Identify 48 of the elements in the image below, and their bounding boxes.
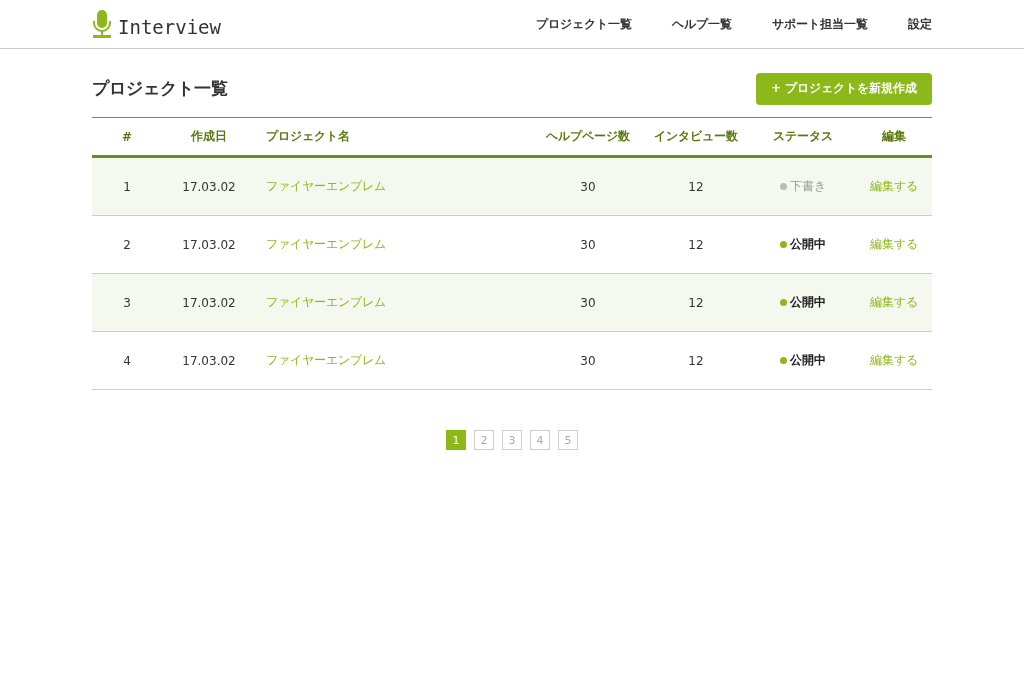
edit-link[interactable]: 編集する — [869, 295, 918, 309]
page-title: プロジェクト一覧 — [92, 77, 228, 100]
create-project-button[interactable]: + プロジェクトを新規作成 — [756, 72, 932, 105]
status-label: 下書き — [790, 178, 826, 195]
project-link[interactable]: ファイヤーエンブレム — [266, 179, 386, 193]
nav-link[interactable]: サポート担当一覧 — [772, 15, 868, 33]
nav-link[interactable]: ヘルプ一覧 — [672, 15, 732, 33]
column-header: ヘルプページ数 — [545, 128, 631, 145]
column-header: 編集 — [880, 128, 907, 145]
page-button[interactable]: 2 — [474, 430, 494, 450]
table-cell-text: 17.03.02 — [181, 237, 237, 252]
table-cell-text: 30 — [579, 353, 597, 368]
logo-text: Interview — [118, 16, 221, 38]
column-header: # — [120, 129, 134, 144]
column-header: 作成日 — [190, 128, 228, 145]
table-cell-text: 12 — [687, 295, 705, 310]
page-button[interactable]: 4 — [530, 430, 550, 450]
page-button[interactable]: 1 — [446, 430, 466, 450]
edit-link[interactable]: 編集する — [869, 237, 918, 251]
status-label: 公開中 — [790, 236, 826, 253]
table-cell-text: 30 — [579, 237, 597, 252]
edit-link[interactable]: 編集する — [869, 353, 918, 367]
table-cell-text: 3 — [122, 295, 132, 310]
column-header: プロジェクト名 — [265, 128, 351, 145]
table-cell-text: 12 — [687, 353, 705, 368]
page-button[interactable]: 3 — [502, 430, 522, 450]
table-cell-text: 17.03.02 — [181, 179, 237, 194]
project-link[interactable]: ファイヤーエンブレム — [266, 295, 386, 309]
project-link[interactable]: ファイヤーエンブレム — [266, 353, 386, 367]
table-cell-text: 2 — [122, 237, 132, 252]
table-cell-text: 17.03.02 — [181, 353, 237, 368]
microphone-icon — [92, 10, 112, 38]
edit-link[interactable]: 編集する — [869, 179, 918, 193]
page-button[interactable]: 5 — [558, 430, 578, 450]
status-label: 公開中 — [790, 352, 826, 369]
column-header: インタビュー数 — [653, 128, 739, 145]
column-header: ステータス — [772, 128, 834, 145]
nav-link[interactable]: プロジェクト一覧 — [536, 15, 632, 33]
table-cell-text: 30 — [579, 295, 597, 310]
project-link[interactable]: ファイヤーエンブレム — [266, 237, 386, 251]
table-cell-text: 1 — [122, 179, 132, 194]
table-cell-text: 12 — [687, 237, 705, 252]
table-cell-text: 4 — [122, 353, 132, 368]
table-cell-text: 30 — [579, 179, 597, 194]
nav-link[interactable]: 設定 — [908, 15, 932, 33]
table-cell-text: 17.03.02 — [181, 295, 237, 310]
table-cell-text: 12 — [687, 179, 705, 194]
status-label: 公開中 — [790, 294, 826, 311]
